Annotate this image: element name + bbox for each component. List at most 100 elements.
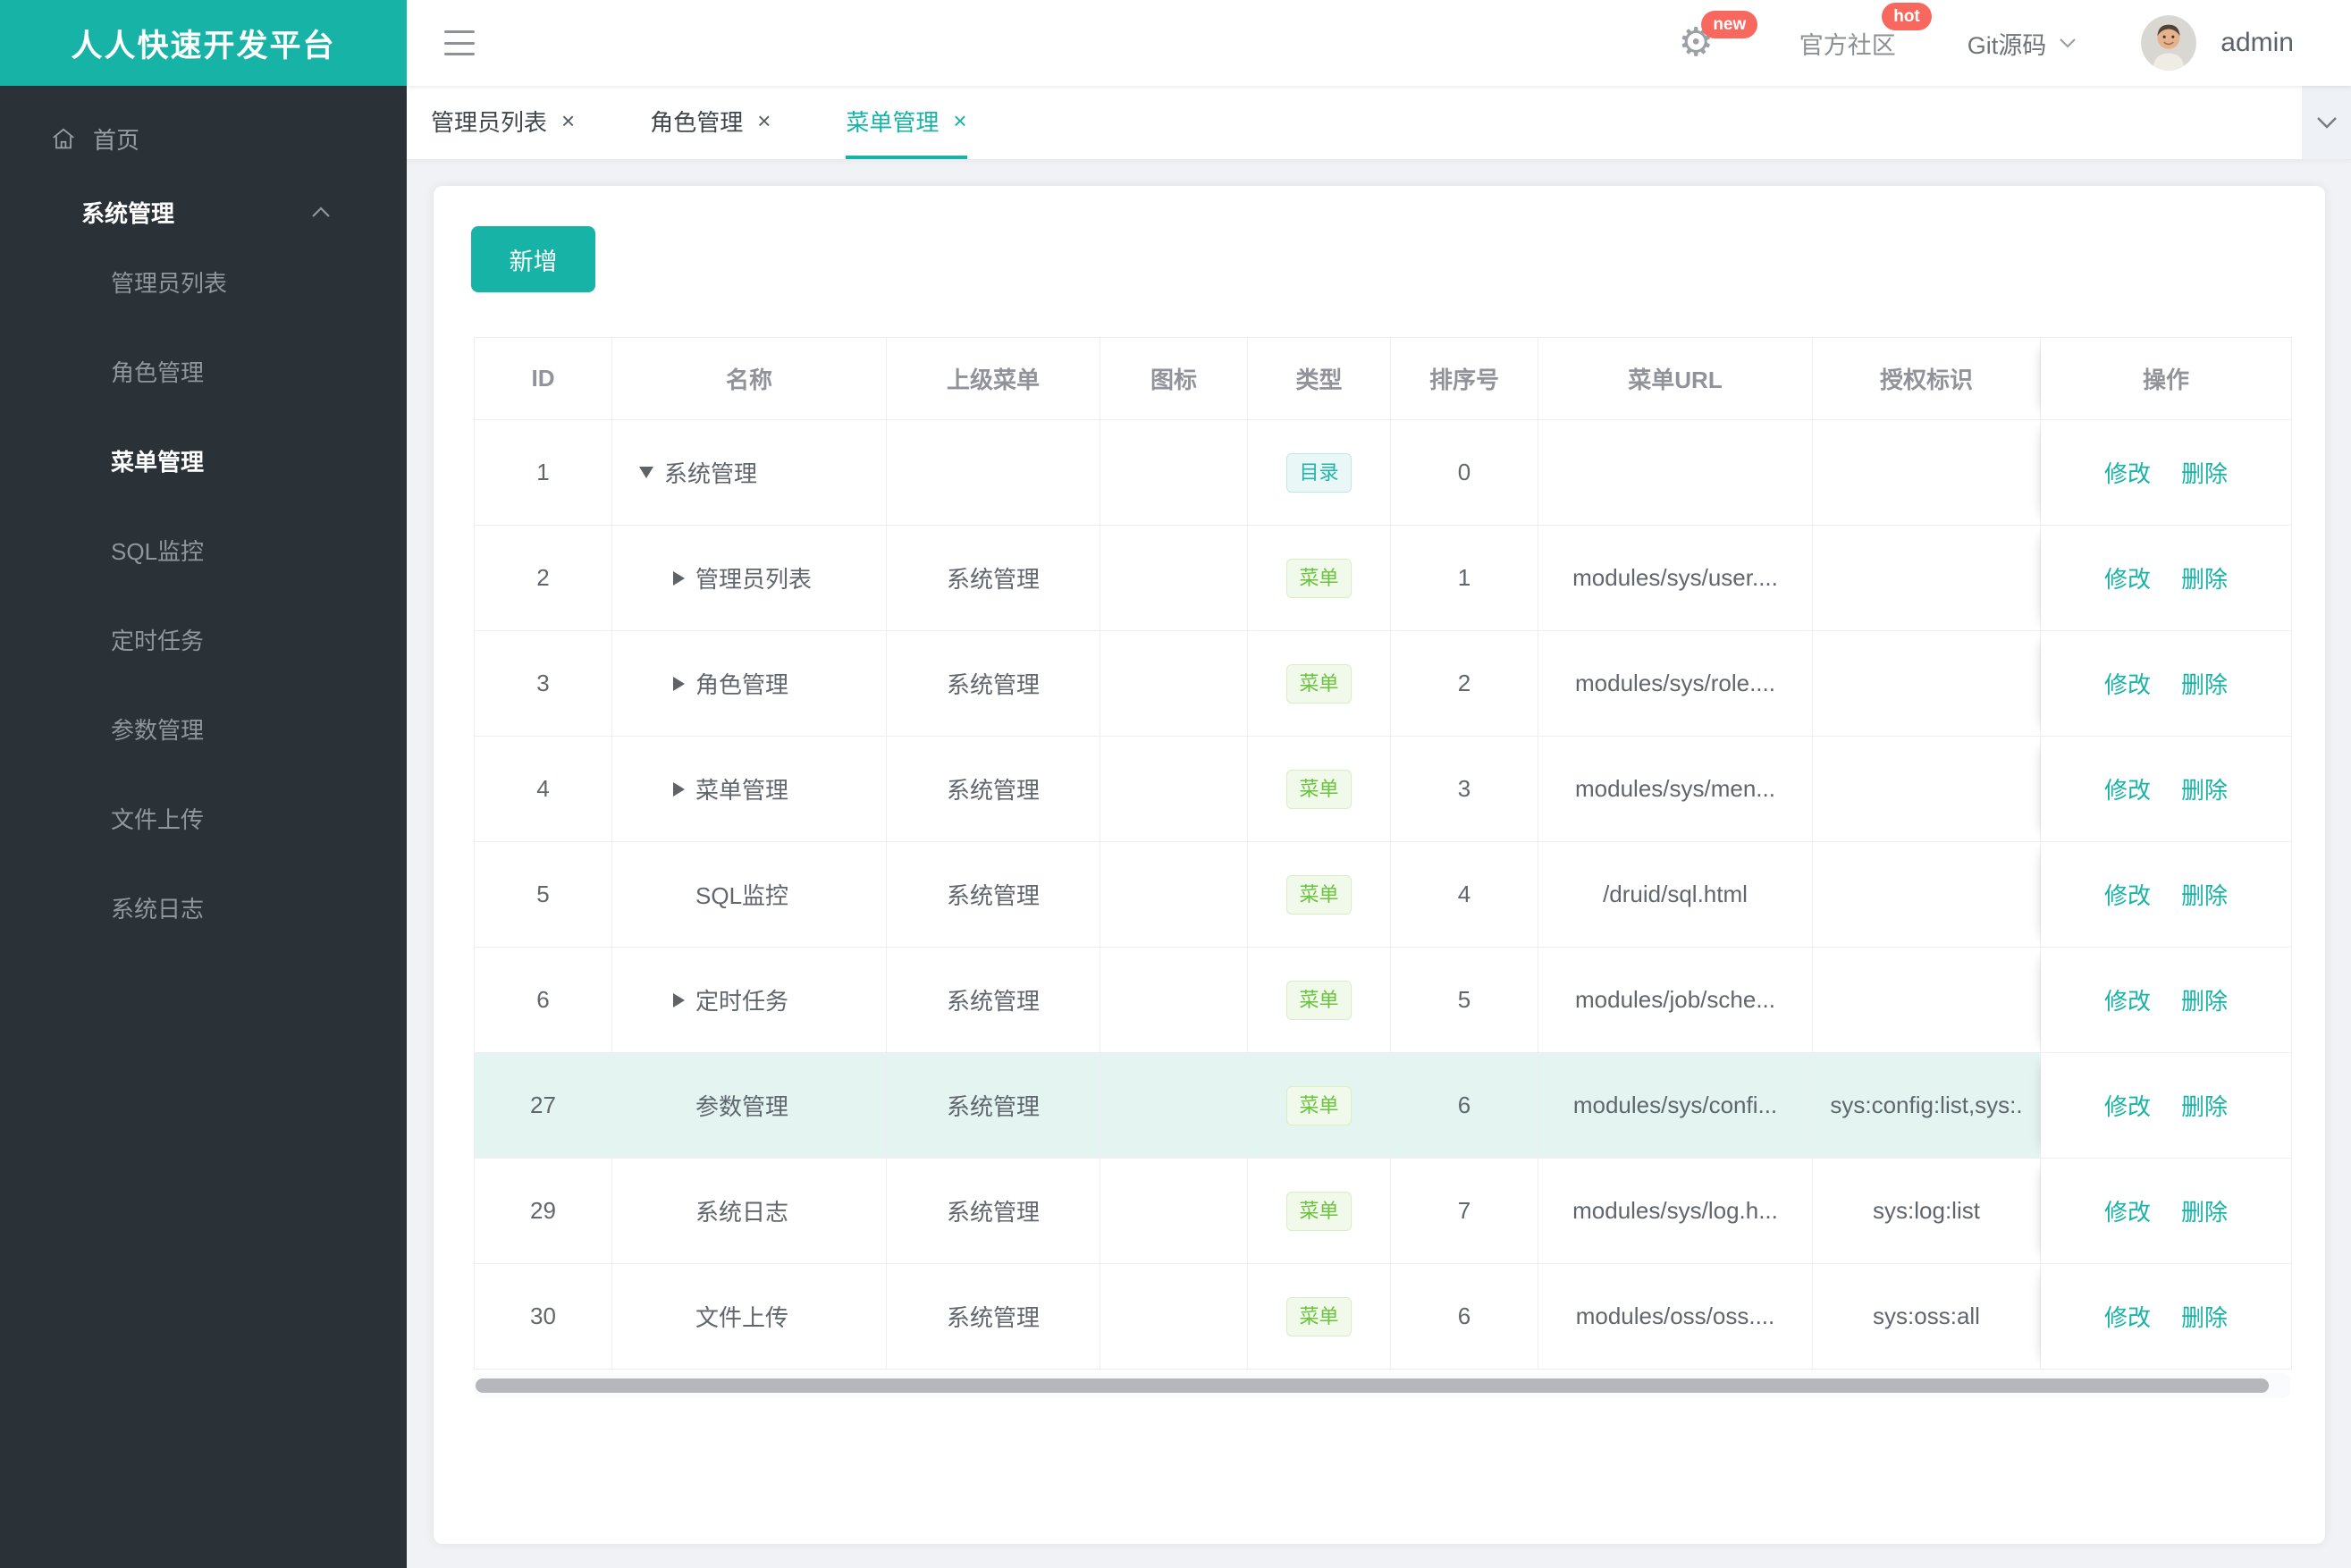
expand-icon[interactable] <box>673 781 685 797</box>
edit-link[interactable]: 修改 <box>2104 988 2151 1015</box>
sidebar-item-管理员列表[interactable]: 管理员列表 <box>111 237 407 326</box>
cell-parent: 系统管理 <box>887 631 1100 737</box>
tab-label: 菜单管理 <box>846 108 940 136</box>
cell-type: 菜单 <box>1248 737 1391 842</box>
cell-order: 3 <box>1391 737 1538 842</box>
cell-id: 27 <box>475 1053 612 1159</box>
cell-type: 目录 <box>1248 420 1391 526</box>
expand-icon[interactable] <box>639 467 653 478</box>
sidebar-item-系统日志[interactable]: 系统日志 <box>111 863 407 952</box>
column-header: 授权标识 <box>1813 338 2041 420</box>
cell-perm <box>1813 631 2041 737</box>
delete-link[interactable]: 删除 <box>2181 460 2228 487</box>
cell-order: 6 <box>1391 1264 1538 1370</box>
sidebar-item-label: 文件上传 <box>111 805 205 833</box>
tab-管理员列表[interactable]: 管理员列表 × <box>431 86 575 159</box>
avatar[interactable] <box>2141 15 2197 71</box>
cell-type: 菜单 <box>1248 1053 1391 1159</box>
cell-icon <box>1100 1053 1248 1159</box>
tab-list-dropdown-button[interactable] <box>2290 86 2351 159</box>
edit-link[interactable]: 修改 <box>2104 777 2151 804</box>
cell-url: modules/sys/confi... <box>1538 1053 1813 1159</box>
git-source-label: Git源码 <box>1967 31 2047 59</box>
cell-parent <box>887 420 1100 526</box>
edit-link[interactable]: 修改 <box>2104 882 2151 909</box>
cell-perm: sys:config:list,sys:. <box>1813 1053 2041 1159</box>
delete-link[interactable]: 删除 <box>2181 1093 2228 1120</box>
column-header: ID <box>475 338 612 420</box>
cell-perm <box>1813 842 2041 948</box>
cell-id: 6 <box>475 948 612 1053</box>
cell-actions: 修改 删除 <box>2041 737 2291 842</box>
sidebar-item-参数管理[interactable]: 参数管理 <box>111 684 407 773</box>
cell-order: 6 <box>1391 1053 1538 1159</box>
edit-link[interactable]: 修改 <box>2104 460 2151 487</box>
edit-link[interactable]: 修改 <box>2104 1199 2151 1226</box>
sidebar-item-label: 菜单管理 <box>111 448 205 476</box>
column-header: 排序号 <box>1391 338 1538 420</box>
sidebar-item-label: 定时任务 <box>111 627 205 654</box>
close-icon[interactable]: × <box>953 107 966 135</box>
add-button[interactable]: 新增 <box>471 226 595 292</box>
sidebar-section-label: 系统管理 <box>81 199 175 227</box>
table-row: 1 系统管理 目录 0 修改 删除 <box>475 420 2291 526</box>
type-badge: 目录 <box>1286 452 1352 493</box>
cell-url: modules/sys/user.... <box>1538 526 1813 631</box>
community-link[interactable]: 官方社区 hot <box>1799 2 1932 61</box>
type-badge: 菜单 <box>1286 1296 1352 1336</box>
username-label[interactable]: admin <box>2220 28 2294 58</box>
delete-link[interactable]: 删除 <box>2181 671 2228 698</box>
sidebar-section-system[interactable]: 系统管理 <box>0 187 407 237</box>
sidebar-item-定时任务[interactable]: 定时任务 <box>111 594 407 684</box>
cell-parent: 系统管理 <box>887 948 1100 1053</box>
sidebar-item-角色管理[interactable]: 角色管理 <box>111 326 407 416</box>
edit-link[interactable]: 修改 <box>2104 671 2151 698</box>
sidebar-item-文件上传[interactable]: 文件上传 <box>111 773 407 863</box>
cell-icon <box>1100 631 1248 737</box>
cell-icon <box>1100 842 1248 948</box>
delete-link[interactable]: 删除 <box>2181 777 2228 804</box>
delete-link[interactable]: 删除 <box>2181 566 2228 593</box>
delete-link[interactable]: 删除 <box>2181 1199 2228 1226</box>
sidebar-item-菜单管理[interactable]: 菜单管理 <box>111 416 407 505</box>
cell-perm: sys:log:list <box>1813 1159 2041 1264</box>
close-icon[interactable]: × <box>561 107 575 135</box>
expand-icon[interactable] <box>673 992 685 1007</box>
delete-link[interactable]: 删除 <box>2181 882 2228 909</box>
community-label: 官方社区 <box>1799 31 1896 59</box>
expand-icon[interactable] <box>673 570 685 586</box>
chevron-up-icon <box>312 206 330 217</box>
column-header: 上级菜单 <box>887 338 1100 420</box>
cell-order: 2 <box>1391 631 1538 737</box>
tab-菜单管理[interactable]: 菜单管理 × <box>846 86 967 159</box>
settings-button[interactable]: ⚙ new <box>1678 11 1758 63</box>
cell-name: 系统日志 <box>612 1159 887 1264</box>
cell-parent: 系统管理 <box>887 737 1100 842</box>
delete-link[interactable]: 删除 <box>2181 988 2228 1015</box>
sidebar-item-SQL监控[interactable]: SQL监控 <box>111 505 407 594</box>
tab-角色管理[interactable]: 角色管理 × <box>650 86 771 159</box>
sidebar-item-home[interactable]: 首页 <box>0 112 407 165</box>
type-badge: 菜单 <box>1286 769 1352 809</box>
edit-link[interactable]: 修改 <box>2104 1093 2151 1120</box>
cell-order: 5 <box>1391 948 1538 1053</box>
cell-name: 系统管理 <box>612 420 887 526</box>
cell-id: 2 <box>475 526 612 631</box>
cell-perm <box>1813 420 2041 526</box>
close-icon[interactable]: × <box>757 107 771 135</box>
delete-link[interactable]: 删除 <box>2181 1304 2228 1331</box>
cell-url: modules/job/sche... <box>1538 948 1813 1053</box>
main-area: ⚙ new 官方社区 hot Git源码 admin 管理员列表 × 角色管理 … <box>407 0 2351 1568</box>
horizontal-scrollbar-thumb[interactable] <box>476 1378 2269 1393</box>
edit-link[interactable]: 修改 <box>2104 566 2151 593</box>
edit-link[interactable]: 修改 <box>2104 1304 2151 1331</box>
menu-toggle-icon[interactable] <box>444 30 475 55</box>
type-badge: 菜单 <box>1286 980 1352 1020</box>
table-row: 27 参数管理 系统管理 菜单 6 modules/sys/confi... s… <box>475 1053 2291 1159</box>
cell-type: 菜单 <box>1248 631 1391 737</box>
git-source-menu[interactable]: Git源码 <box>1968 26 2077 61</box>
expand-icon[interactable] <box>673 676 685 691</box>
cell-actions: 修改 删除 <box>2041 1264 2291 1370</box>
cell-name: SQL监控 <box>612 842 887 948</box>
chevron-down-icon <box>2316 117 2337 129</box>
